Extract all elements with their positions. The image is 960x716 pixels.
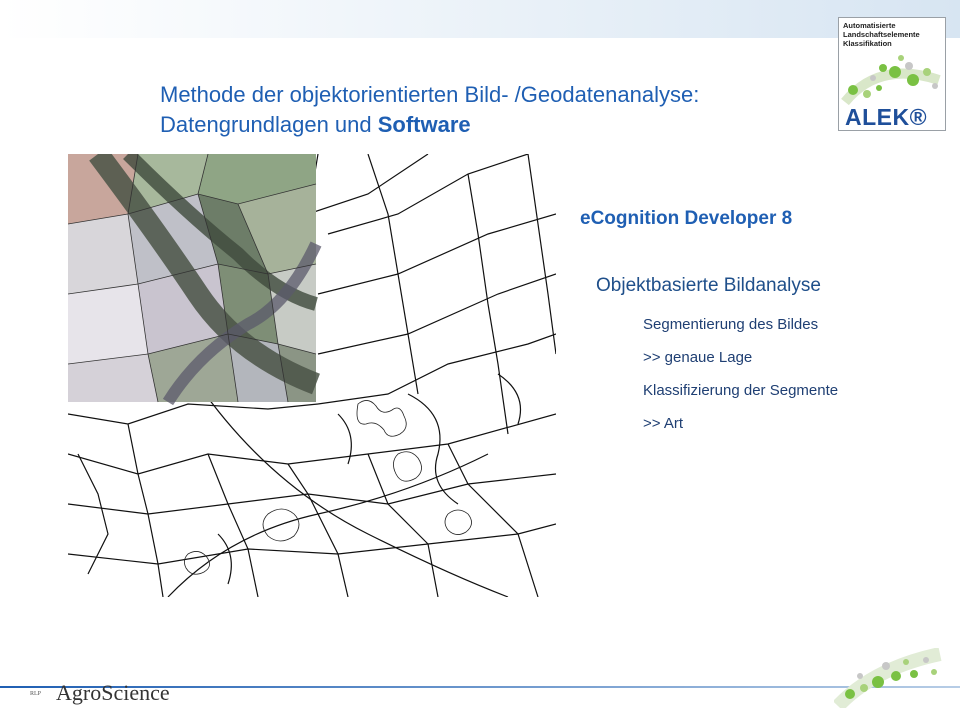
alek-caption-line-1: Automatisierte [843,21,896,30]
title-line-1: Methode der objektorientierten Bild- /Ge… [160,82,700,107]
header-band [0,0,960,38]
bullet-type: >> Art [643,415,684,432]
agroscience-name: AgroScience [56,680,170,705]
method-heading: Objektbasierte Bildanalyse [596,275,821,296]
bullet-classification: Klassifizierung der Segmente [643,382,839,399]
agroscience-prefix: RLP [30,691,42,697]
slide-title: Methode der objektorientierten Bild- /Ge… [160,80,800,140]
alek-caption-line-3: Klassifikation [843,39,892,48]
bullet-segmentation: Segmentierung des Bildes [643,316,819,333]
alek-logo-name: ALEK® [845,104,928,130]
bullet-position: >> genaue Lage [643,349,753,366]
title-line-2-prefix: Datengrundlagen und [160,112,378,137]
footer-dots-icon [834,648,942,708]
alek-logo: Automatisierte Landschaftselemente Klass… [838,17,946,131]
title-line-2: Datengrundlagen und Software [160,110,800,140]
classified-overlay [68,154,322,406]
title-software-word: Software [377,112,471,137]
alek-dots-icon [841,55,941,106]
segmentation-map-figure [68,154,556,597]
alek-logo-caption: Automatisierte Landschaftselemente Klass… [843,21,920,48]
segmentation-image [68,154,556,597]
alek-caption-line-2: Landschaftselemente [843,30,920,39]
software-heading: eCognition Developer 8 [580,208,793,229]
agroscience-logo: RLP AgroScience [30,678,170,714]
